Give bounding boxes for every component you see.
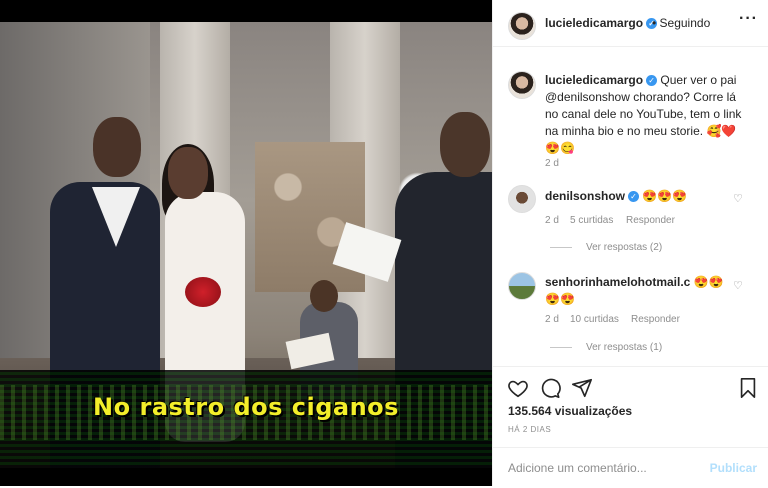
comment-box: Adicione um comentário... Publicar bbox=[493, 447, 768, 488]
post-media[interactable]: No rastro dos ciganos bbox=[0, 0, 492, 486]
reply-button[interactable]: Responder bbox=[626, 215, 675, 226]
view-replies-button[interactable]: Ver respostas (1) bbox=[550, 342, 662, 353]
post-side-panel: lucieledicamargo ✓ • Seguindo ··· luciele… bbox=[492, 0, 768, 486]
comment-heart-icon[interactable]: ♡ bbox=[733, 279, 743, 292]
comment-time: 2 d bbox=[545, 215, 559, 226]
publish-button[interactable]: Publicar bbox=[710, 461, 757, 475]
comment-icon[interactable] bbox=[539, 377, 561, 399]
header-username[interactable]: lucieledicamargo ✓ bbox=[545, 16, 658, 30]
comment-likes[interactable]: 10 curtidas bbox=[570, 314, 619, 325]
follow-status[interactable]: • Seguindo bbox=[652, 16, 710, 30]
caption-username[interactable]: lucieledicamargo bbox=[545, 73, 643, 87]
view-replies-label[interactable]: Ver respostas (2) bbox=[586, 242, 662, 253]
caption-time: 2 d bbox=[545, 158, 559, 169]
bride-head bbox=[168, 147, 208, 199]
reply-button[interactable]: Responder bbox=[631, 314, 680, 325]
bookmark-icon[interactable] bbox=[737, 377, 759, 399]
comment-input[interactable]: Adicione um comentário... bbox=[508, 461, 647, 475]
avatar[interactable] bbox=[508, 272, 536, 300]
caption-text: lucieledicamargo ✓ Quer ver o pai @denils… bbox=[545, 72, 750, 157]
avatar[interactable] bbox=[508, 12, 536, 40]
groom-head bbox=[93, 117, 141, 177]
comment-heart-icon[interactable]: ♡ bbox=[733, 192, 743, 205]
verified-badge-icon: ✓ bbox=[646, 75, 658, 87]
verified-badge-icon: ✓ bbox=[628, 191, 640, 203]
post-header: lucieledicamargo ✓ • Seguindo ··· bbox=[493, 0, 768, 47]
avatar[interactable] bbox=[508, 71, 536, 99]
officiant-head bbox=[440, 112, 490, 177]
posted-time: HÁ 2 DIAS bbox=[508, 425, 552, 434]
comments-list[interactable]: lucieledicamargo ✓ Quer ver o pai @denils… bbox=[493, 46, 768, 366]
rose-bouquet bbox=[185, 277, 221, 307]
child-head bbox=[310, 280, 338, 312]
comment-body: 😍😍😍 bbox=[642, 189, 688, 203]
video-caption: No rastro dos ciganos bbox=[93, 393, 399, 421]
avatar[interactable] bbox=[508, 185, 536, 213]
divider-line bbox=[550, 246, 572, 248]
comment-text: senhorinhamelohotmail.c 😍😍😍😍 bbox=[545, 274, 735, 308]
comment-username[interactable]: senhorinhamelohotmail.c bbox=[545, 275, 690, 289]
more-dots-icon[interactable]: ··· bbox=[739, 10, 758, 28]
heart-icon[interactable] bbox=[507, 377, 529, 399]
comment-text: denilsonshow ✓ 😍😍😍 bbox=[545, 188, 687, 205]
divider-line bbox=[550, 346, 572, 348]
stone-wall bbox=[255, 142, 365, 292]
username-text[interactable]: lucieledicamargo bbox=[545, 16, 643, 30]
post-actions: 135.564 visualizações HÁ 2 DIAS Adicione… bbox=[493, 366, 768, 487]
view-replies-label[interactable]: Ver respostas (1) bbox=[586, 342, 662, 353]
comment-likes[interactable]: 5 curtidas bbox=[570, 215, 613, 226]
comment-username[interactable]: denilsonshow bbox=[545, 189, 625, 203]
views-count[interactable]: 135.564 visualizações bbox=[508, 404, 632, 418]
comment-time: 2 d bbox=[545, 314, 559, 325]
share-icon[interactable] bbox=[571, 377, 593, 399]
view-replies-button[interactable]: Ver respostas (2) bbox=[550, 242, 662, 253]
